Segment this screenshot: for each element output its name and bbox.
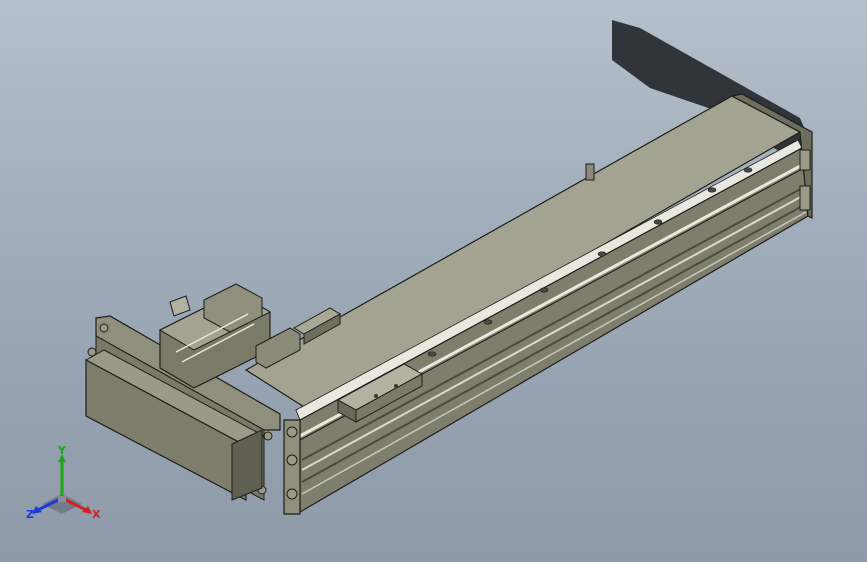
- cad-graphics-viewport[interactable]: Y X Z: [0, 0, 867, 562]
- triad-y-label: Y: [57, 446, 67, 457]
- linear-actuator-model[interactable]: [0, 0, 867, 562]
- carriage-bolt-1: [374, 394, 378, 398]
- mount-bolt-a: [99, 323, 109, 333]
- carriage-bolt-2: [394, 384, 398, 388]
- rail-end-cap-right-tab2: [799, 185, 811, 211]
- end-cap-bolt-1: [286, 426, 298, 438]
- mount-bolt-c: [263, 431, 273, 441]
- end-cap-bolt-2: [286, 454, 298, 466]
- triad-x-label: X: [92, 508, 101, 521]
- end-cap-bolt-3: [286, 488, 298, 500]
- motor-connector: [169, 295, 191, 317]
- rail-rear-post: [585, 163, 595, 181]
- rail-top-highlight: [295, 139, 803, 421]
- rail-end-cap-right-tab: [799, 149, 811, 171]
- triad-z-label: Z: [26, 508, 34, 521]
- triad-origin: [58, 496, 66, 502]
- orientation-triad[interactable]: Y X Z: [22, 446, 112, 526]
